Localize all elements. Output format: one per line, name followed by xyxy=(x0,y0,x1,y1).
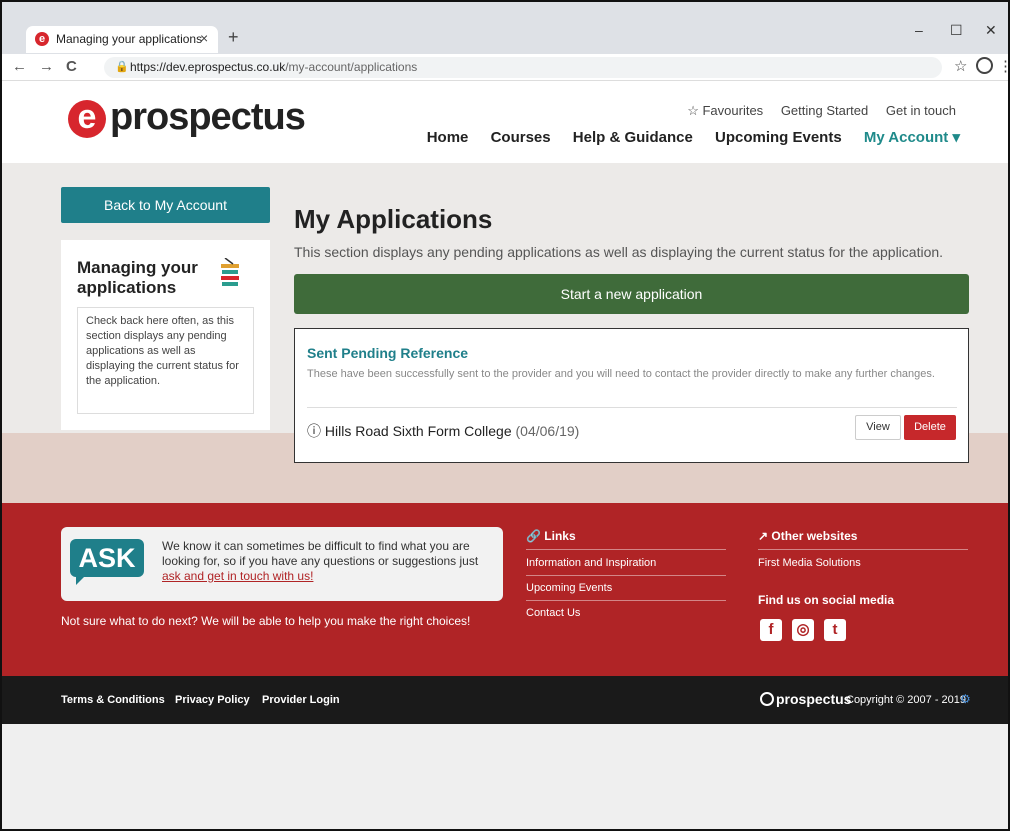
bookmark-star-icon[interactable]: ☆ xyxy=(954,57,967,75)
gear-icon[interactable]: ⚙ xyxy=(960,692,971,706)
new-tab-icon[interactable]: + xyxy=(228,27,239,48)
favicon-icon: e xyxy=(35,32,49,46)
page-title: My Applications xyxy=(294,204,493,234)
copyright: Copyright © 2007 - 2019 xyxy=(846,694,967,706)
application-date: (04/06/19) xyxy=(515,423,580,439)
divider xyxy=(526,549,726,550)
profile-icon[interactable] xyxy=(976,57,993,74)
footer-link-first-media[interactable]: First Media Solutions xyxy=(758,557,861,569)
bottom-bar: Terms & Conditions Privacy Policy Provid… xyxy=(2,676,1008,724)
provider-login-link[interactable]: Provider Login xyxy=(262,694,340,706)
main-nav: Home Courses Help & Guidance Upcoming Ev… xyxy=(409,128,960,146)
footer-link-events[interactable]: Upcoming Events xyxy=(526,582,612,594)
links-heading: 🔗 Links xyxy=(526,529,576,543)
get-in-touch-link[interactable]: Get in touch xyxy=(886,103,956,118)
divider xyxy=(526,575,726,576)
favourites-link[interactable]: ☆ Favourites xyxy=(687,103,763,118)
view-button[interactable]: View xyxy=(855,415,901,440)
ask-badge: ASK xyxy=(70,539,144,585)
footer-logo: prospectus xyxy=(760,691,851,707)
back-to-account-button[interactable]: Back to My Account xyxy=(61,187,270,223)
url-text: https://dev.eprospectus.co.uk/my-account… xyxy=(130,57,417,78)
divider xyxy=(526,600,726,601)
footer: ASK We know it can sometimes be difficul… xyxy=(2,503,1008,676)
twitter-icon[interactable]: t xyxy=(824,619,846,641)
url-host: https://dev.eprospectus.co.uk xyxy=(130,60,286,74)
application-card: Sent Pending Reference These have been s… xyxy=(294,328,969,463)
start-application-button[interactable]: Start a new application xyxy=(294,274,969,314)
card-divider xyxy=(307,407,957,408)
url-input[interactable]: 🔒 https://dev.eprospectus.co.uk/my-accou… xyxy=(104,57,942,78)
close-window-icon[interactable]: ✕ xyxy=(985,22,997,39)
address-bar: ← → C 🔒 https://dev.eprospectus.co.uk/my… xyxy=(2,54,1008,81)
info-card: Managing your applications Check back he… xyxy=(61,240,270,430)
footer-logo-word: prospectus xyxy=(776,691,852,707)
facebook-icon[interactable]: f xyxy=(760,619,782,641)
ask-link[interactable]: ask and get in touch with us! xyxy=(162,569,313,583)
ask-box: ASK We know it can sometimes be difficul… xyxy=(61,527,503,601)
privacy-link[interactable]: Privacy Policy xyxy=(175,694,250,706)
tab-bar: e Managing your applications × + – ☐ ✕ xyxy=(2,2,1008,54)
nav-courses[interactable]: Courses xyxy=(491,129,551,146)
card-heading: Sent Pending Reference xyxy=(307,345,469,361)
browser-tab[interactable]: e Managing your applications × xyxy=(26,26,218,53)
page-bottom xyxy=(2,724,1008,829)
application-name: Hills Road Sixth Form College xyxy=(324,423,512,439)
application-row: ⓘ Hills Road Sixth Form College (04/06/1… xyxy=(307,421,579,441)
footer-link-inspiration[interactable]: Information and Inspiration xyxy=(526,557,656,569)
divider xyxy=(758,549,968,550)
forward-icon[interactable]: → xyxy=(39,58,54,75)
site-header: e prospectus ☆ Favourites Getting Starte… xyxy=(2,81,1008,163)
delete-button[interactable]: Delete xyxy=(904,415,956,440)
other-websites-heading: ↗ Other websites xyxy=(758,529,858,543)
books-icon xyxy=(221,258,239,286)
footer-logo-mark-icon xyxy=(760,692,774,706)
getting-started-link[interactable]: Getting Started xyxy=(781,103,868,118)
minimize-icon[interactable]: – xyxy=(915,22,923,38)
top-links: ☆ Favourites Getting Started Get in touc… xyxy=(673,103,956,119)
logo-wordmark: prospectus xyxy=(110,96,306,138)
url-path: /my-account/applications xyxy=(285,60,418,74)
logo-mark-icon: e xyxy=(68,100,106,138)
page-description: This section displays any pending applic… xyxy=(294,244,944,260)
browser-window: e Managing your applications × + – ☐ ✕ ←… xyxy=(0,0,1010,831)
browser-menu-icon[interactable]: ⋮ xyxy=(998,57,1008,75)
info-card-title: Managing your applications xyxy=(77,258,198,297)
tab-title: Managing your applications xyxy=(56,32,203,46)
info-icon: ⓘ xyxy=(307,423,321,439)
social-heading: Find us on social media xyxy=(758,593,895,607)
ask-text-body: We know it can sometimes be difficult to… xyxy=(162,539,479,568)
main-content: Back to My Account Managing your applica… xyxy=(2,163,1008,503)
tab-close-icon[interactable]: × xyxy=(200,30,208,46)
maximize-icon[interactable]: ☐ xyxy=(950,22,963,39)
nav-upcoming-events[interactable]: Upcoming Events xyxy=(715,129,842,146)
nav-my-account[interactable]: My Account ▾ xyxy=(864,129,960,146)
instagram-icon[interactable]: ◎ xyxy=(792,619,814,641)
card-description: These have been successfully sent to the… xyxy=(307,368,935,380)
nav-help-guidance[interactable]: Help & Guidance xyxy=(573,129,693,146)
back-icon[interactable]: ← xyxy=(12,58,27,75)
info-card-note: Check back here often, as this section d… xyxy=(77,307,254,414)
terms-link[interactable]: Terms & Conditions xyxy=(61,694,165,706)
ask-text: We know it can sometimes be difficult to… xyxy=(162,539,492,584)
nav-home[interactable]: Home xyxy=(427,129,469,146)
reload-icon[interactable]: C xyxy=(66,58,77,75)
not-sure-text: Not sure what to do next? We will be abl… xyxy=(61,614,471,628)
footer-link-contact[interactable]: Contact Us xyxy=(526,607,580,619)
lock-icon: 🔒 xyxy=(115,61,129,73)
